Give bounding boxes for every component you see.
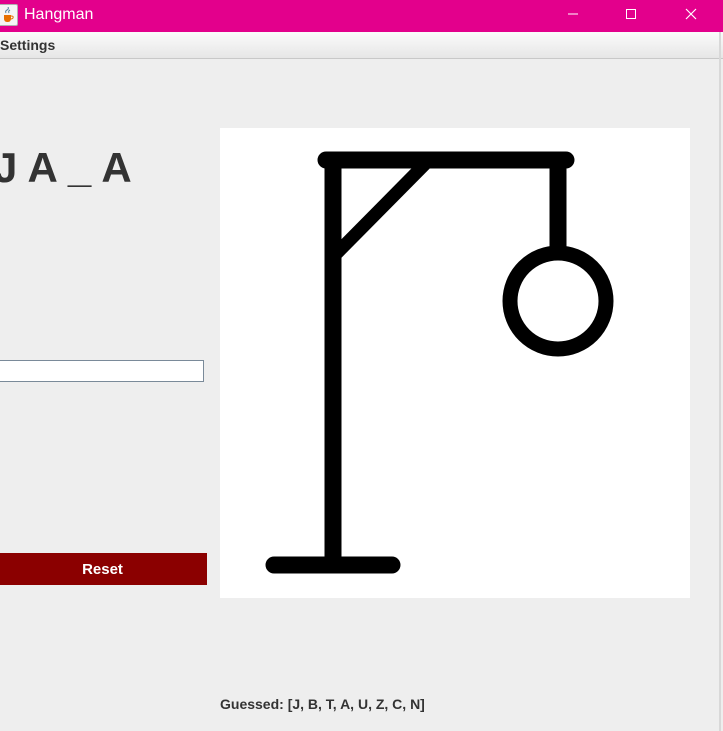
maximize-button[interactable] [608,0,654,32]
menu-settings[interactable]: Settings [0,37,55,53]
hangman-drawing [220,128,690,598]
window-edge [719,32,721,731]
window-title: Hangman [24,6,94,23]
menu-bar: Settings [0,32,723,59]
close-button[interactable] [668,0,714,32]
guessed-letters: Guessed: [J, B, T, A, U, Z, C, N] [220,696,425,712]
title-bar[interactable]: Hangman [0,0,723,32]
minimize-button[interactable] [550,0,596,32]
gallows-brace [331,159,430,259]
word-display: J A _ A [0,144,132,191]
hangman-head [502,245,614,357]
java-cup-icon [0,4,18,26]
reset-button[interactable]: Reset [0,553,207,585]
minimize-icon [567,7,579,25]
hangman-window: Hangman Settings J A _ A Reset Guessed: … [0,0,723,731]
guess-input[interactable] [0,360,204,382]
close-icon [685,7,697,25]
maximize-icon [625,7,637,25]
